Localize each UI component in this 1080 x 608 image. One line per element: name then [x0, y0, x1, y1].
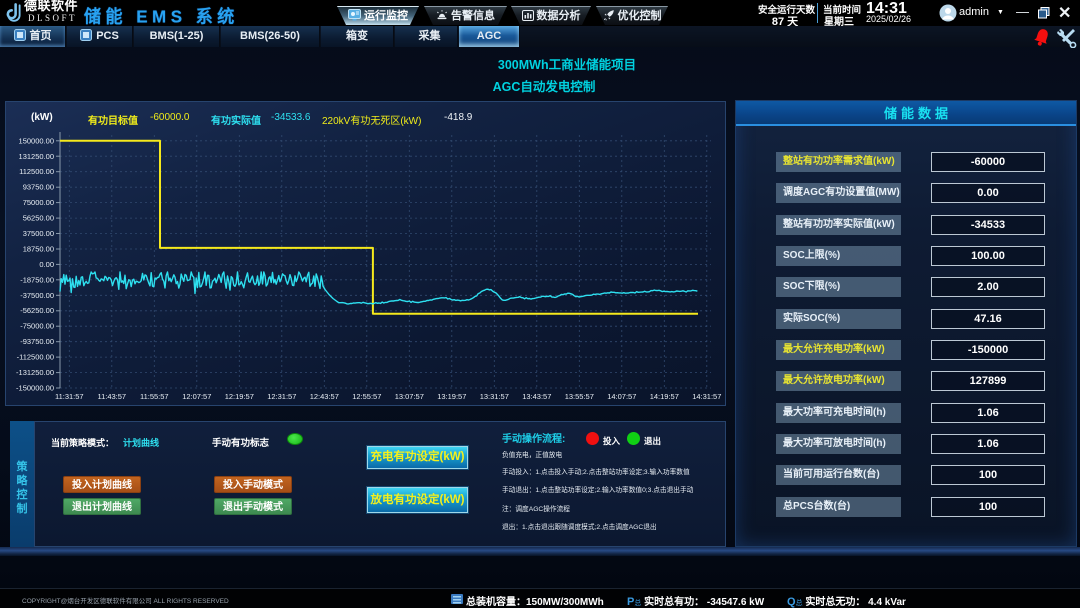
svg-text:12:55:57: 12:55:57	[352, 392, 381, 401]
svg-text:13:55:57: 13:55:57	[565, 392, 594, 401]
svg-text:18750.00: 18750.00	[23, 245, 54, 254]
svg-text:14:07:57: 14:07:57	[607, 392, 636, 401]
svg-text:13:31:57: 13:31:57	[480, 392, 509, 401]
svg-text:112500.00: 112500.00	[19, 167, 54, 176]
svg-text:56250.00: 56250.00	[23, 214, 54, 223]
svg-text:14:31:57: 14:31:57	[692, 392, 721, 401]
svg-text:13:43:57: 13:43:57	[522, 392, 551, 401]
svg-text:11:55:57: 11:55:57	[140, 392, 169, 401]
svg-text:75000.00: 75000.00	[23, 198, 54, 207]
svg-text:-150000.00: -150000.00	[16, 384, 54, 393]
svg-text:12:31:57: 12:31:57	[267, 392, 296, 401]
svg-text:131250.00: 131250.00	[19, 152, 54, 161]
svg-text:-37500.00: -37500.00	[20, 291, 54, 300]
svg-text:-75000.00: -75000.00	[20, 322, 54, 331]
svg-text:13:07:57: 13:07:57	[395, 392, 424, 401]
svg-text:150000.00: 150000.00	[19, 136, 54, 145]
svg-text:0.00: 0.00	[39, 260, 54, 269]
svg-text:-93750.00: -93750.00	[20, 337, 54, 346]
svg-text:37500.00: 37500.00	[23, 229, 54, 238]
svg-text:12:43:57: 12:43:57	[310, 392, 339, 401]
svg-text:13:19:57: 13:19:57	[437, 392, 466, 401]
svg-text:-131250.00: -131250.00	[16, 368, 54, 377]
svg-text:93750.00: 93750.00	[23, 183, 54, 192]
svg-text:11:31:57: 11:31:57	[55, 392, 84, 401]
svg-text:14:19:57: 14:19:57	[650, 392, 679, 401]
svg-text:12:07:57: 12:07:57	[182, 392, 211, 401]
svg-text:11:43:57: 11:43:57	[97, 392, 126, 401]
svg-text:12:19:57: 12:19:57	[225, 392, 254, 401]
svg-text:-112500.00: -112500.00	[17, 353, 54, 362]
svg-text:-56250.00: -56250.00	[20, 306, 54, 315]
svg-text:-18750.00: -18750.00	[20, 275, 54, 284]
